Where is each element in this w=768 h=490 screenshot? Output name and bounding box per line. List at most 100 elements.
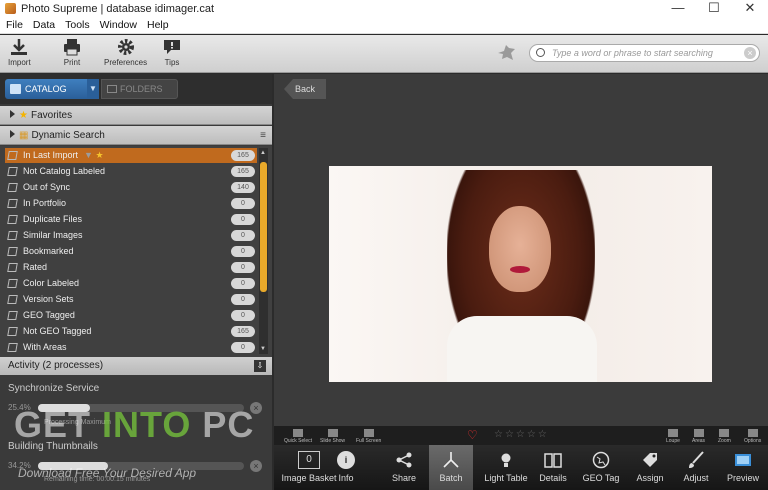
preview-button[interactable]: Preview bbox=[724, 445, 762, 490]
search-placeholder: Type a word or phrase to start searching bbox=[552, 48, 713, 58]
search-input[interactable]: Type a word or phrase to start searching… bbox=[529, 44, 760, 62]
full-screen-button[interactable]: Full Screen bbox=[356, 429, 381, 444]
list-scrollbar[interactable]: ▲ ▼ bbox=[259, 148, 268, 354]
image-basket-button[interactable]: 0 Image Basket bbox=[280, 445, 338, 490]
list-item[interactable]: Not GEO Tagged 165 bbox=[5, 324, 257, 339]
dynamic-search-label: Dynamic Search bbox=[31, 130, 105, 141]
geo-tag-button[interactable]: GEO Tag bbox=[581, 445, 621, 490]
speech-bubble-icon bbox=[164, 40, 180, 54]
menu-data[interactable]: Data bbox=[33, 19, 55, 31]
zoom-button[interactable]: Zoom bbox=[718, 429, 731, 444]
menu-file[interactable]: File bbox=[6, 19, 23, 31]
list-item[interactable]: GEO Tagged 0 bbox=[5, 308, 257, 323]
batch-button[interactable]: Batch bbox=[429, 445, 473, 490]
heart-icon[interactable]: ♡ bbox=[467, 428, 478, 442]
star-icon[interactable]: ★ bbox=[95, 150, 103, 160]
assign-button[interactable]: Assign bbox=[634, 445, 666, 490]
clear-search-icon[interactable]: × bbox=[744, 47, 756, 59]
search-item-icon bbox=[7, 343, 18, 352]
favorites-section[interactable]: ★ Favorites bbox=[0, 106, 272, 125]
item-label: Duplicate Files bbox=[23, 214, 83, 224]
printer-icon bbox=[64, 39, 80, 56]
import-button[interactable]: Import bbox=[8, 38, 31, 67]
tab-folders[interactable]: FOLDERS bbox=[101, 79, 178, 99]
folder-icon bbox=[107, 85, 117, 93]
light-table-button[interactable]: Light Table bbox=[481, 445, 531, 490]
activity-header[interactable]: Activity (2 processes) ⇩ bbox=[0, 357, 272, 375]
tips-button[interactable]: Tips bbox=[162, 38, 182, 67]
watermark-get: GET bbox=[14, 404, 103, 445]
quick-select-icon bbox=[293, 429, 304, 437]
filter-icon[interactable]: ▼ bbox=[84, 150, 93, 160]
item-label: In Last Import bbox=[23, 150, 79, 160]
areas-button[interactable]: Areas bbox=[692, 429, 705, 444]
item-label: GEO Tagged bbox=[23, 310, 75, 320]
list-item[interactable]: Not Catalog Labeled 165 bbox=[5, 164, 257, 179]
search-item-icon bbox=[7, 263, 18, 272]
section-menu-icon[interactable]: ≡ bbox=[260, 126, 266, 145]
process-name: Synchronize Service bbox=[8, 383, 100, 394]
details-button[interactable]: Details bbox=[537, 445, 569, 490]
basket-icon: 0 bbox=[298, 451, 320, 469]
gear-icon bbox=[117, 39, 134, 55]
search-item-icon bbox=[7, 183, 18, 192]
watermark-into: INTO bbox=[102, 404, 192, 445]
scroll-up-icon[interactable]: ▲ bbox=[260, 150, 266, 156]
info-label: Info bbox=[338, 473, 354, 483]
search-item-icon bbox=[7, 199, 18, 208]
scrollbar-thumb[interactable] bbox=[260, 162, 267, 292]
scroll-down-icon[interactable]: ▼ bbox=[260, 346, 266, 352]
tab-catalog[interactable]: CATALOG bbox=[5, 79, 87, 99]
list-item[interactable]: Out of Sync 140 bbox=[5, 180, 257, 195]
list-item[interactable]: Duplicate Files 0 bbox=[5, 212, 257, 227]
item-count: 0 bbox=[231, 214, 255, 225]
action-buttons: 0 Image Basket i Info Share Batch Light … bbox=[274, 445, 768, 490]
geo-pin-icon[interactable] bbox=[496, 43, 518, 63]
preferences-button[interactable]: Preferences bbox=[104, 38, 147, 67]
list-item[interactable]: Version Sets 0 bbox=[5, 292, 257, 307]
photo-face bbox=[489, 206, 551, 292]
close-button[interactable]: ✕ bbox=[732, 0, 768, 17]
dynamic-search-section[interactable]: ▦ Dynamic Search ≡ bbox=[0, 126, 272, 145]
adjust-button[interactable]: Adjust bbox=[680, 445, 712, 490]
quick-select-label: Quick Select bbox=[284, 438, 313, 444]
search-item-icon bbox=[7, 151, 18, 160]
menu-tools[interactable]: Tools bbox=[65, 19, 90, 31]
maximize-button[interactable]: ☐ bbox=[696, 0, 732, 17]
expand-icon bbox=[10, 110, 15, 118]
quick-select-button[interactable]: Quick Select bbox=[284, 429, 312, 444]
list-item[interactable]: With Areas 0 bbox=[5, 340, 257, 355]
info-icon: i bbox=[337, 451, 355, 469]
info-button[interactable]: i Info bbox=[334, 445, 358, 490]
item-count: 165 bbox=[231, 166, 255, 177]
list-item[interactable]: Bookmarked 0 bbox=[5, 244, 257, 259]
search-item-icon bbox=[7, 215, 18, 224]
list-item[interactable]: In Last Import ▼ ★ 165 bbox=[5, 148, 257, 163]
download-icon[interactable]: ⇩ bbox=[254, 360, 266, 372]
window-title: Photo Supreme | database idimager.cat bbox=[21, 2, 215, 15]
item-label: Out of Sync bbox=[23, 182, 71, 192]
slide-show-button[interactable]: Slide Show bbox=[320, 429, 345, 444]
menu-help[interactable]: Help bbox=[147, 19, 169, 31]
details-label: Details bbox=[539, 473, 567, 483]
catalog-dropdown-icon[interactable]: ▼ bbox=[87, 79, 99, 99]
share-button[interactable]: Share bbox=[386, 445, 422, 490]
item-count: 140 bbox=[231, 182, 255, 193]
preview-image[interactable] bbox=[329, 166, 712, 382]
loupe-button[interactable]: Loupe bbox=[666, 429, 680, 444]
search-item-icon bbox=[7, 295, 18, 304]
menu-window[interactable]: Window bbox=[100, 19, 137, 31]
batch-icon bbox=[443, 452, 459, 468]
print-button[interactable]: Print bbox=[62, 38, 82, 67]
rating-stars[interactable]: ☆☆☆☆☆ bbox=[494, 429, 549, 440]
cancel-process-icon[interactable]: × bbox=[250, 460, 262, 472]
list-item[interactable]: Rated 0 bbox=[5, 260, 257, 275]
options-button[interactable]: Options bbox=[744, 429, 761, 444]
share-icon bbox=[396, 452, 412, 468]
list-item[interactable]: In Portfolio 0 bbox=[5, 196, 257, 211]
list-item[interactable]: Similar Images 0 bbox=[5, 228, 257, 243]
minimize-button[interactable]: — bbox=[660, 0, 696, 17]
book-icon bbox=[544, 453, 562, 468]
back-button[interactable]: Back bbox=[284, 79, 326, 99]
list-item[interactable]: Color Labeled 0 bbox=[5, 276, 257, 291]
